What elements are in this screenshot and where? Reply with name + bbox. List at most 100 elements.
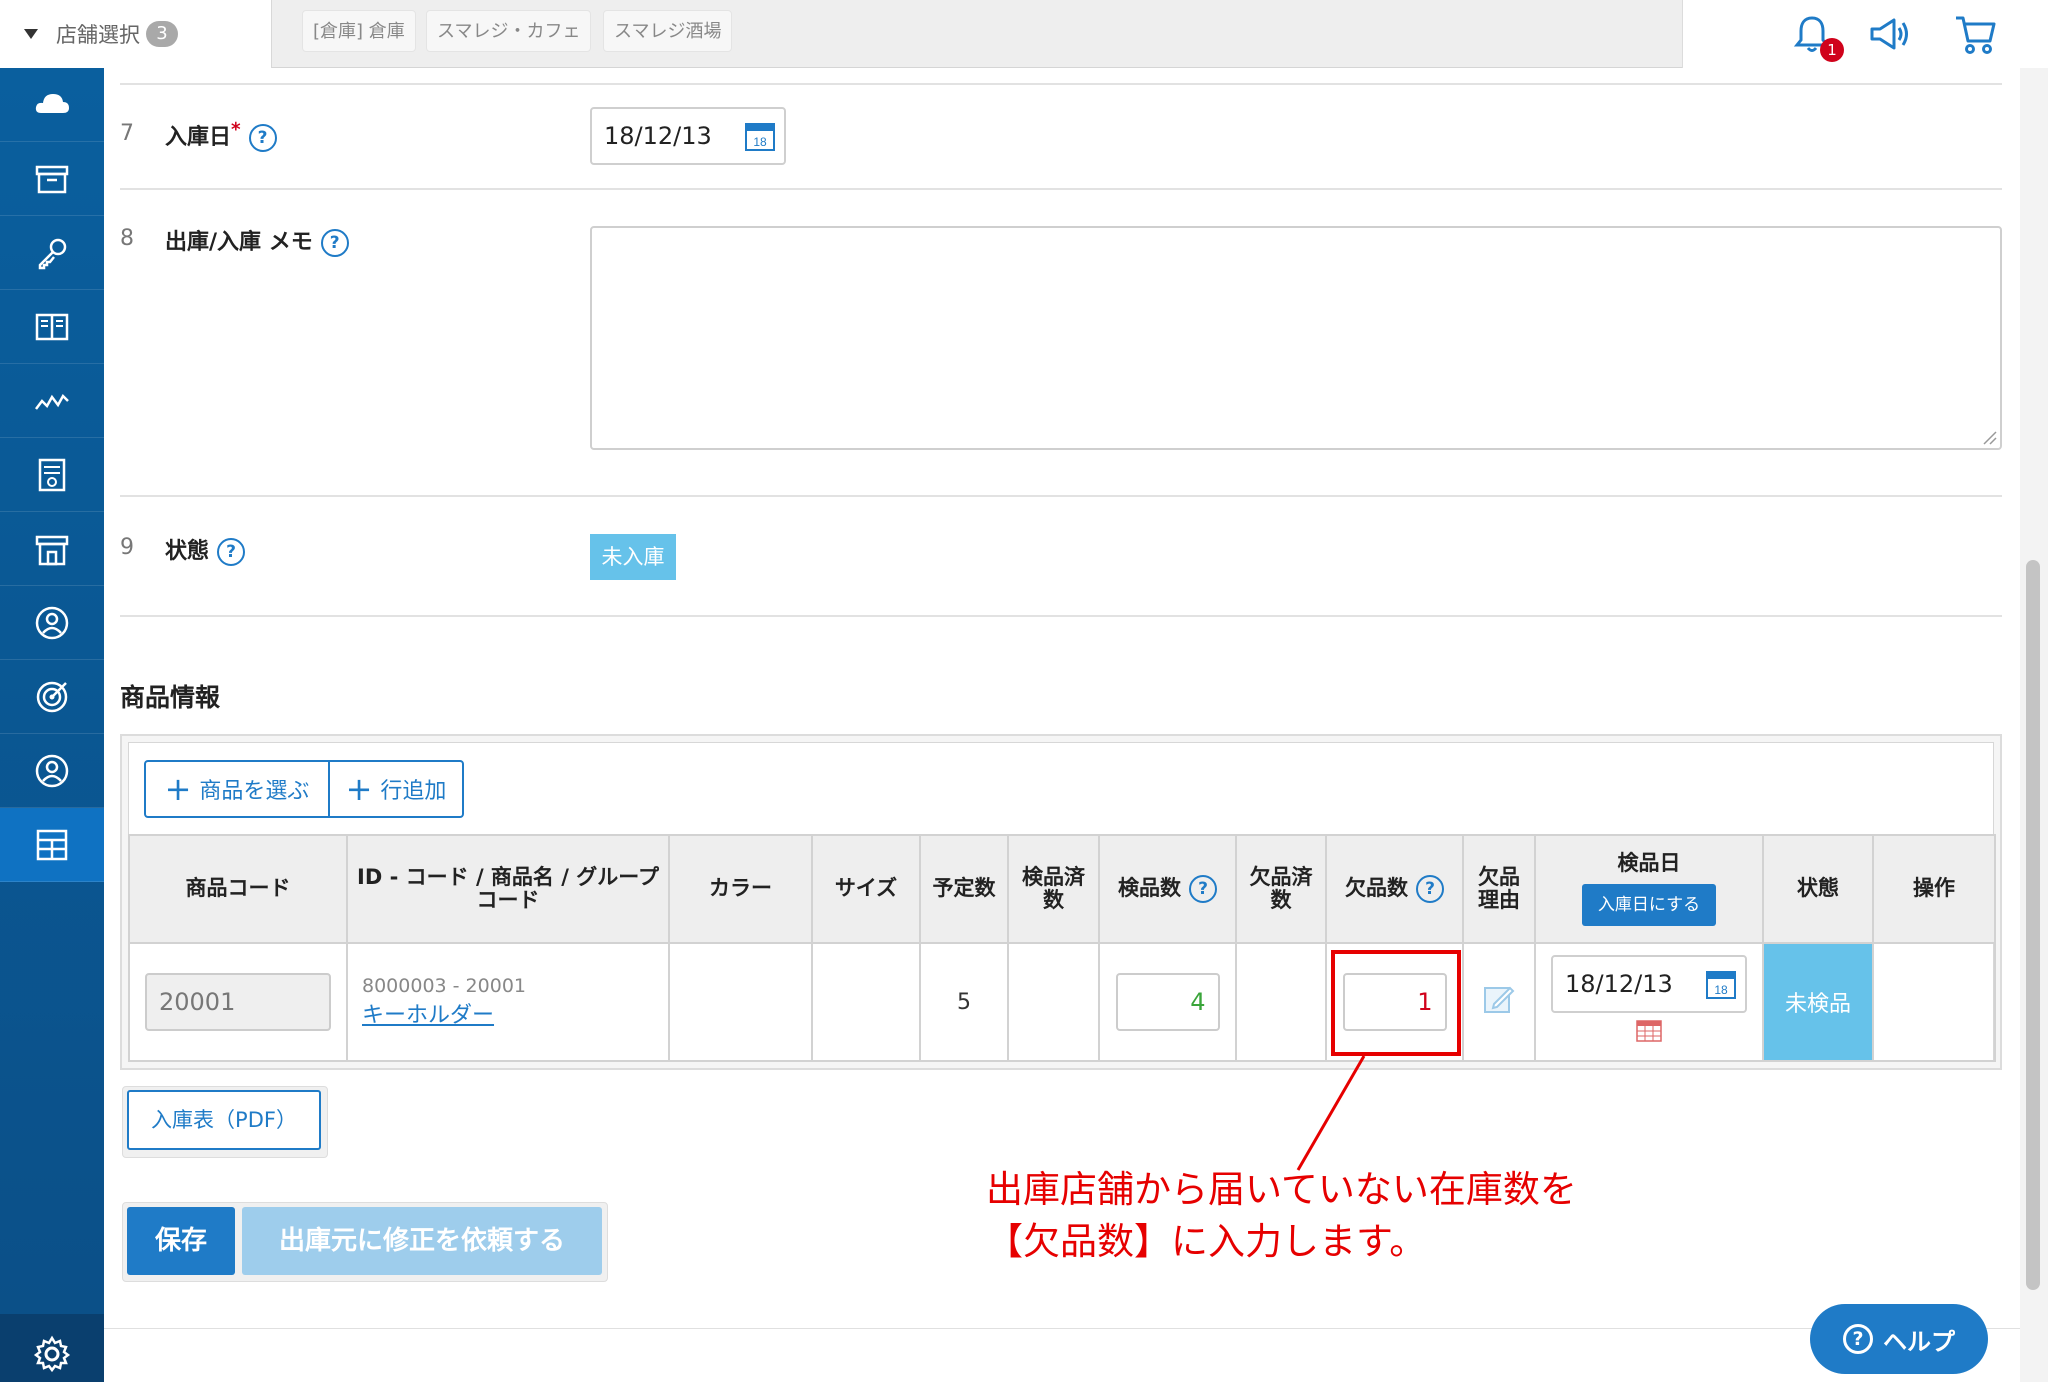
pdf-button[interactable]: 入庫表（PDF）: [127, 1090, 321, 1150]
required-mark: *: [231, 119, 241, 141]
table-header-row: 商品コード ID - コード / 商品名 / グループコード カラー サイズ 予…: [128, 834, 1996, 944]
section-title: 商品情報: [120, 683, 221, 712]
target-icon: [36, 681, 68, 712]
col-header-missing-count: 欠品数?: [1325, 834, 1464, 944]
row-number: 8: [120, 226, 134, 251]
archive-icon: [35, 165, 69, 193]
cell-inspected-done: [1007, 942, 1100, 1062]
cell-missing-done: [1235, 942, 1327, 1062]
col-header-missing-reason: 欠品理由: [1462, 834, 1536, 944]
report-icon: [38, 458, 66, 491]
sidebar-item-key[interactable]: [0, 216, 104, 290]
cloud-icon: [35, 93, 69, 113]
calendar-icon[interactable]: 18: [1705, 968, 1737, 1000]
plus-icon: +: [164, 770, 192, 808]
arrival-date-value: 18/12/13: [604, 122, 712, 150]
store-chip-bar[interactable]: スマレジ酒場: [603, 10, 733, 52]
divider: [120, 83, 2002, 85]
cell-code: 20001: [128, 942, 348, 1062]
scrollbar-thumb[interactable]: [2026, 560, 2040, 1290]
add-row-button[interactable]: + 行追加: [328, 760, 464, 818]
add-row-label: 行追加: [380, 779, 447, 804]
memo-label-text: 出庫/入庫 メモ: [165, 230, 313, 255]
chart-icon: [35, 393, 69, 410]
col-header-inspect-date: 検品日 入庫日にする: [1534, 834, 1764, 944]
memo-textarea[interactable]: [590, 226, 2002, 450]
help-icon[interactable]: ?: [1189, 875, 1217, 903]
cell-planned: 5: [919, 942, 1009, 1062]
arrival-date-input[interactable]: 18/12/13 18: [590, 107, 786, 165]
sidebar-item-customer[interactable]: [0, 586, 104, 660]
sidebar-item-report[interactable]: [0, 438, 104, 512]
product-name-link[interactable]: キーホルダー: [362, 1003, 494, 1028]
calendar-icon[interactable]: 18: [744, 120, 776, 152]
sidebar-footer: [0, 1314, 104, 1382]
plus-icon: +: [345, 770, 373, 808]
request-fix-button[interactable]: 出庫元に修正を依頼する: [242, 1207, 602, 1275]
cart-icon[interactable]: [1952, 10, 2000, 58]
caret-down-icon: [24, 29, 38, 39]
sidebar-item-analytics[interactable]: [0, 364, 104, 438]
status-label-text: 状態: [165, 539, 210, 564]
col-header-name: ID - コード / 商品名 / グループコード: [346, 834, 670, 944]
product-id-code: 8000003 - 20001: [362, 975, 526, 997]
divider: [120, 495, 2002, 497]
inspect-date-input[interactable]: 18/12/13 18: [1551, 955, 1747, 1013]
notification-badge: 1: [1820, 38, 1844, 62]
divider: [120, 615, 2002, 617]
col-header-status: 状態: [1762, 834, 1874, 944]
cell-missing-reason: [1462, 942, 1536, 1062]
top-bar: 店舗選択 3 [倉庫] 倉庫 スマレジ・カフェ スマレジ酒場 1: [0, 0, 2048, 68]
status-label: 状態?: [165, 533, 246, 566]
cell-name: 8000003 - 20001 キーホルダー: [346, 942, 670, 1062]
col-header-actions: 操作: [1872, 834, 1996, 944]
help-icon[interactable]: ?: [248, 124, 277, 152]
grid-icon: [36, 829, 68, 860]
cell-inspect-count: 4: [1098, 942, 1237, 1062]
store-chip-cafe[interactable]: スマレジ・カフェ: [426, 10, 592, 52]
annotation-line-2: 【欠品数】に入力します。: [986, 1220, 1427, 1263]
question-icon: ?: [1843, 1324, 1873, 1354]
annotation-text: 出庫店舗から届いていない在庫数を 【欠品数】に入力します。: [986, 1164, 1577, 1268]
sidebar-item-archive[interactable]: [0, 142, 104, 216]
help-icon[interactable]: ?: [320, 229, 349, 257]
select-product-label: 商品を選ぶ: [199, 779, 310, 804]
col-header-color: カラー: [668, 834, 813, 944]
table-row: 20001 8000003 - 20001 キーホルダー 5 4 1 18/12…: [128, 942, 1996, 1062]
megaphone-icon[interactable]: [1866, 10, 1914, 58]
resize-grip-icon[interactable]: [1982, 430, 1998, 446]
store-select-label: 店舗選択: [56, 23, 140, 47]
cell-status: 未検品: [1762, 942, 1874, 1062]
key-icon: [38, 238, 67, 269]
svg-text:18: 18: [1714, 983, 1728, 997]
edit-note-icon[interactable]: [1482, 982, 1516, 1016]
store-select-dropdown[interactable]: 店舗選択 3: [0, 0, 272, 68]
inspect-count-input[interactable]: 4: [1115, 973, 1220, 1031]
arrival-date-label: 入庫日*?: [165, 119, 277, 152]
highlight-box: [1331, 950, 1461, 1056]
store-chip-warehouse[interactable]: [倉庫] 倉庫: [302, 10, 416, 52]
col-header-inspect-count: 検品数?: [1098, 834, 1237, 944]
mini-calendar-icon[interactable]: [1636, 1019, 1662, 1043]
help-icon[interactable]: ?: [1416, 875, 1444, 903]
col-header-planned: 予定数: [919, 834, 1009, 944]
sidebar-item-store[interactable]: [0, 512, 104, 586]
help-icon[interactable]: ?: [217, 538, 246, 566]
sidebar-item-cloud[interactable]: [0, 68, 104, 142]
store-count-badge: 3: [146, 21, 178, 47]
sidebar-item-account[interactable]: [0, 734, 104, 808]
user-icon: [35, 606, 69, 639]
set-arrival-date-button[interactable]: 入庫日にする: [1581, 883, 1717, 926]
sidebar-item-inventory[interactable]: [0, 808, 104, 882]
col-header-size: サイズ: [811, 834, 921, 944]
inspect-date-header-text: 検品日: [1617, 851, 1681, 876]
save-button[interactable]: 保存: [127, 1207, 235, 1275]
gear-icon[interactable]: [32, 1334, 72, 1374]
divider: [104, 1328, 2020, 1329]
select-product-button[interactable]: + 商品を選ぶ: [144, 760, 330, 818]
items-table: 商品コード ID - コード / 商品名 / グループコード カラー サイズ 予…: [128, 834, 1996, 1062]
help-button[interactable]: ? ヘルプ: [1810, 1304, 1988, 1374]
sidebar-item-book[interactable]: [0, 290, 104, 364]
missing-count-header-text: 欠品数: [1345, 876, 1408, 900]
sidebar-item-target[interactable]: [0, 660, 104, 734]
